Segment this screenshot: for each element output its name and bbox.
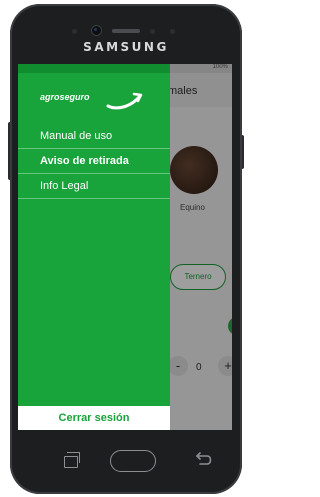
front-camera bbox=[92, 26, 101, 35]
menu-item-manual[interactable]: Manual de uso bbox=[18, 124, 170, 149]
navigation-drawer: agroseguro Manual de uso Aviso de retira… bbox=[18, 64, 170, 430]
sensor-dot bbox=[170, 29, 175, 34]
light-sensor bbox=[150, 29, 155, 34]
menu-item-label: Aviso de retirada bbox=[40, 155, 129, 167]
recent-apps-icon[interactable] bbox=[64, 452, 80, 468]
back-icon[interactable] bbox=[194, 452, 212, 466]
logo-text: agroseguro bbox=[40, 92, 90, 102]
agroseguro-logo: agroseguro bbox=[40, 88, 150, 114]
hardware-nav-bar bbox=[18, 430, 232, 490]
home-icon[interactable] bbox=[110, 450, 156, 472]
logo-swoosh-icon bbox=[106, 92, 143, 110]
menu-item-info-legal[interactable]: Info Legal bbox=[18, 174, 170, 199]
drawer-menu: Manual de uso Aviso de retirada Info Leg… bbox=[18, 124, 170, 199]
menu-item-label: Info Legal bbox=[40, 180, 89, 192]
device-brand: SAMSUNG bbox=[83, 40, 169, 54]
menu-item-label: Manual de uso bbox=[40, 130, 113, 142]
phone-screen: 100% males Equino A Ternero Sí - 0 + agr… bbox=[18, 64, 232, 430]
earpiece-speaker bbox=[112, 29, 140, 33]
proximity-sensor bbox=[72, 29, 77, 34]
drawer-status-bar bbox=[18, 64, 170, 73]
menu-item-aviso-retirada[interactable]: Aviso de retirada bbox=[18, 149, 170, 174]
logout-button[interactable]: Cerrar sesión bbox=[18, 406, 170, 430]
